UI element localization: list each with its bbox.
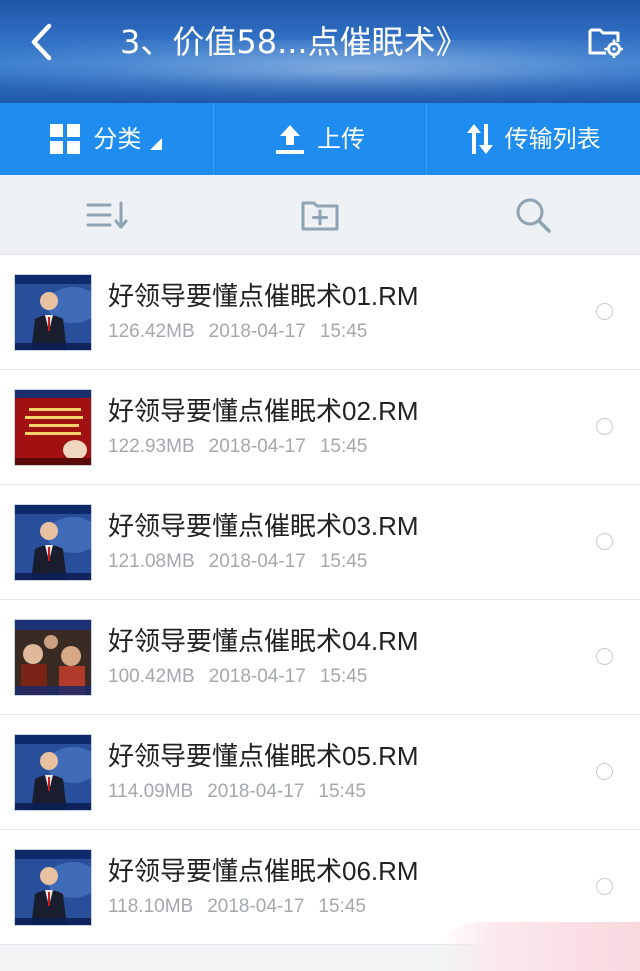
- file-name: 好领导要懂点催眠术04.RM: [108, 626, 419, 656]
- file-time: 15:45: [318, 781, 366, 802]
- select-radio[interactable]: [596, 303, 613, 320]
- video-thumbnail: [14, 274, 92, 351]
- select-radio[interactable]: [596, 763, 613, 780]
- upload-icon: [276, 125, 304, 154]
- file-meta: 121.08MB 2018-04-17 15:45: [108, 549, 367, 575]
- category-button[interactable]: 分类: [0, 103, 214, 175]
- select-radio[interactable]: [596, 533, 613, 550]
- back-button[interactable]: [22, 22, 62, 62]
- file-date: 2018-04-17: [207, 896, 305, 917]
- file-name: 好领导要懂点催眠术01.RM: [108, 281, 419, 311]
- file-time: 15:45: [319, 666, 368, 687]
- file-row[interactable]: 好领导要懂点催眠术01.RM 126.42MB 2018-04-17 15:45: [0, 255, 640, 370]
- file-meta: 126.42MB 2018-04-17 15:45: [108, 319, 367, 345]
- file-size: 114.09MB: [108, 781, 194, 802]
- upload-button[interactable]: 上传: [214, 103, 428, 175]
- main-toolbar: 分类 上传 传输列表: [0, 103, 640, 175]
- select-radio[interactable]: [596, 878, 613, 895]
- sort-button[interactable]: [0, 175, 213, 254]
- file-size: 100.42MB: [108, 666, 195, 687]
- file-size: 126.42MB: [108, 321, 195, 342]
- dropdown-triangle-icon: [150, 138, 163, 150]
- video-thumbnail: [14, 389, 92, 466]
- file-time: 15:45: [318, 896, 366, 917]
- video-thumbnail: [14, 619, 92, 696]
- page-title: 3、价值58...点催眠术》: [120, 23, 468, 61]
- file-row[interactable]: 好领导要懂点催眠术03.RM 121.08MB 2018-04-17 15:45: [0, 485, 640, 600]
- file-name: 好领导要懂点催眠术03.RM: [108, 511, 419, 541]
- video-thumbnail: [14, 734, 92, 811]
- file-meta: 122.93MB 2018-04-17 15:45: [108, 434, 367, 460]
- transfer-arrows-icon: [466, 124, 493, 154]
- new-folder-button[interactable]: [213, 175, 426, 254]
- file-name: 好领导要懂点催眠术06.RM: [108, 856, 419, 886]
- header-bar: 3、价值58...点催眠术》: [0, 0, 640, 103]
- file-row[interactable]: 好领导要懂点催眠术04.RM 100.42MB 2018-04-17 15:45: [0, 600, 640, 715]
- file-meta: 118.10MB 2018-04-17 15:45: [108, 894, 366, 920]
- file-size: 122.93MB: [108, 436, 195, 457]
- transfer-list-button[interactable]: 传输列表: [427, 103, 640, 175]
- file-time: 15:45: [319, 321, 368, 342]
- upload-label: 上传: [317, 125, 365, 153]
- file-date: 2018-04-17: [208, 436, 306, 457]
- chevron-left-icon: [31, 23, 52, 61]
- select-radio[interactable]: [596, 648, 613, 665]
- folder-settings-button[interactable]: [584, 20, 626, 62]
- grid-icon: [50, 124, 81, 154]
- file-name: 好领导要懂点催眠术02.RM: [108, 396, 419, 426]
- file-name: 好领导要懂点催眠术05.RM: [108, 741, 419, 771]
- file-date: 2018-04-17: [208, 551, 306, 572]
- action-bar: [0, 175, 640, 255]
- file-meta: 114.09MB 2018-04-17 15:45: [108, 779, 366, 805]
- decorative-overlay: [438, 922, 640, 971]
- file-date: 2018-04-17: [208, 666, 306, 687]
- video-thumbnail: [14, 849, 92, 926]
- folder-settings-icon: [588, 28, 623, 58]
- category-label: 分类: [93, 125, 142, 153]
- transfer-list-label: 传输列表: [504, 125, 601, 153]
- file-list: 好领导要懂点催眠术01.RM 126.42MB 2018-04-17 15:45 好领导…: [0, 255, 640, 945]
- file-meta: 100.42MB 2018-04-17 15:45: [108, 664, 367, 690]
- file-row[interactable]: 好领导要懂点催眠术05.RM 114.09MB 2018-04-17 15:45: [0, 715, 640, 830]
- select-radio[interactable]: [596, 418, 613, 435]
- file-size: 121.08MB: [108, 551, 195, 572]
- file-date: 2018-04-17: [208, 321, 306, 342]
- file-size: 118.10MB: [108, 896, 194, 917]
- file-time: 15:45: [319, 436, 368, 457]
- file-row[interactable]: 好领导要懂点催眠术02.RM 122.93MB 2018-04-17 15:45: [0, 370, 640, 485]
- new-folder-icon: [301, 201, 339, 230]
- file-time: 15:45: [319, 551, 368, 572]
- search-button[interactable]: [427, 175, 640, 254]
- video-thumbnail: [14, 504, 92, 581]
- sort-icon: [86, 201, 128, 228]
- search-icon: [516, 198, 552, 233]
- file-date: 2018-04-17: [207, 781, 305, 802]
